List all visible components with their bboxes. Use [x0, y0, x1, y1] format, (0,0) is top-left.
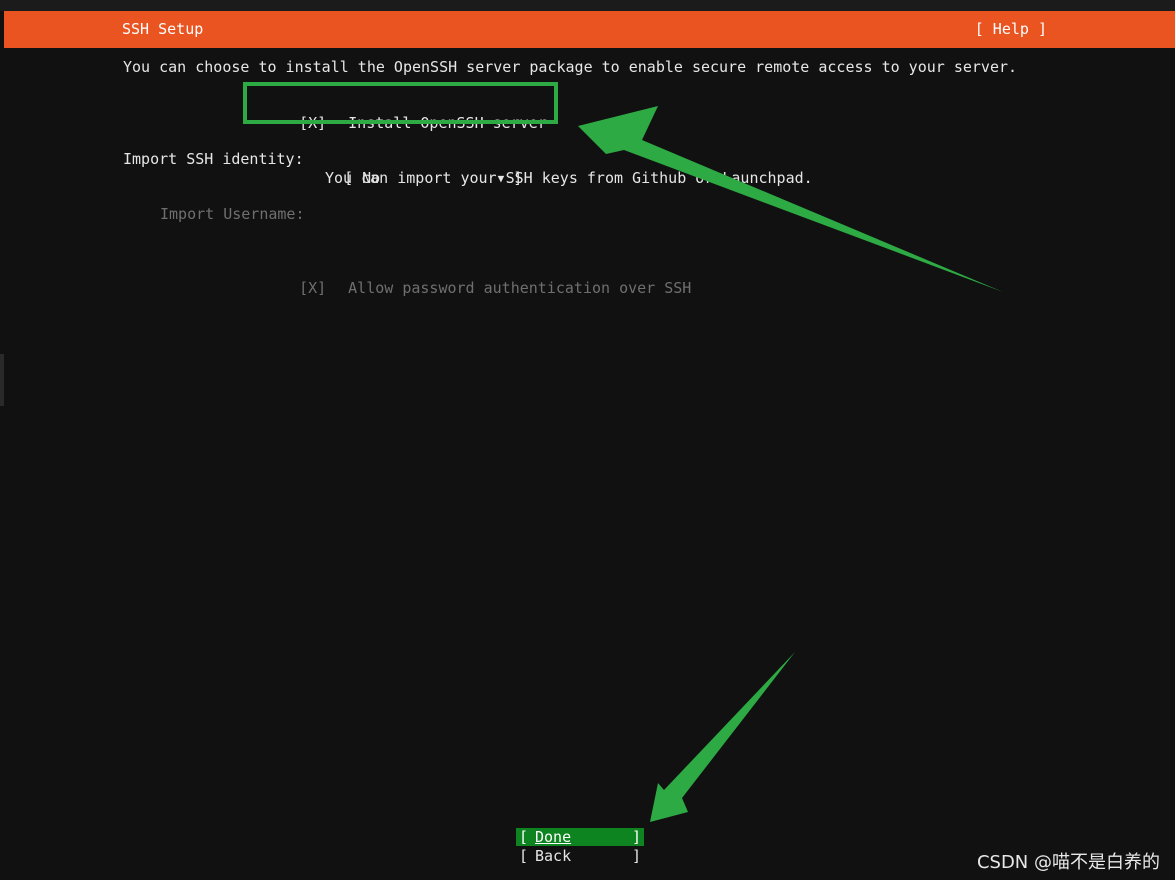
header-bar: SSH Setup [ Help ] — [4, 11, 1175, 48]
import-identity-label: Import SSH identity: — [123, 150, 304, 168]
allow-password-checkbox: [X] Allow password authentication over SS… — [281, 260, 691, 298]
back-bracket-open: [ — [519, 847, 529, 865]
help-button[interactable]: [ Help ] — [975, 20, 1047, 38]
arrow-annotations — [578, 106, 1003, 822]
done-button[interactable]: [ Done ] — [516, 828, 644, 846]
back-bracket-close: ] — [631, 847, 641, 865]
back-label: Back — [535, 847, 572, 865]
allow-password-check-mark: [X] — [299, 279, 327, 297]
allow-password-label: Allow password authentication over SSH — [348, 279, 692, 297]
window-edge-marker — [0, 354, 4, 406]
import-username-label: Import Username: — [160, 205, 305, 223]
page-title: SSH Setup — [122, 20, 204, 38]
done-bracket-open: [ — [519, 828, 529, 846]
window-frame-top — [0, 0, 1175, 11]
highlight-box-annotation — [243, 82, 558, 124]
watermark: CSDN @喵不是白养的 — [976, 852, 1160, 873]
arrow-to-done-icon — [650, 652, 795, 822]
done-label: Done — [535, 828, 572, 846]
intro-text: You can choose to install the OpenSSH se… — [123, 58, 1018, 76]
done-bracket-close: ] — [631, 828, 641, 846]
back-button[interactable]: [ Back ] — [516, 847, 644, 865]
import-identity-hint: You can import your SSH keys from Github… — [325, 169, 813, 187]
